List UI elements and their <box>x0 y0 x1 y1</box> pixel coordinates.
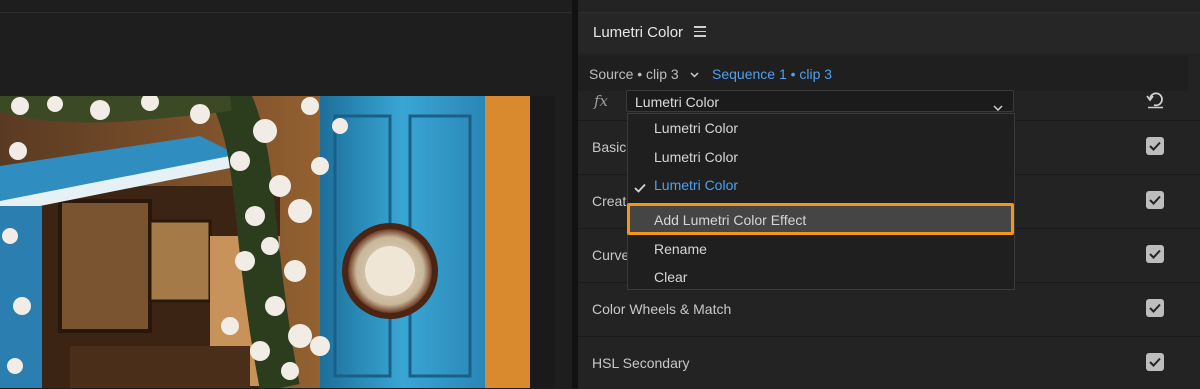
section-label: Curve <box>592 247 630 263</box>
section-enable-checkbox[interactable] <box>1146 299 1164 317</box>
section-enable-checkbox[interactable] <box>1146 137 1164 155</box>
rename-item[interactable]: Rename <box>628 235 1014 263</box>
clear-item[interactable]: Clear <box>628 263 1014 291</box>
section-label: Color Wheels & Match <box>592 301 732 317</box>
dropdown-item-label: Clear <box>654 269 688 285</box>
effect-select-value: Lumetri Color <box>635 94 720 110</box>
dropdown-item-label: Rename <box>654 241 707 257</box>
fx-icon[interactable]: fx <box>594 92 608 110</box>
section-hsl-secondary[interactable]: HSL Secondary <box>578 336 1200 389</box>
dropdown-item-label: Lumetri Color <box>654 177 739 193</box>
section-enable-checkbox[interactable] <box>1146 245 1164 263</box>
panel-header: Lumetri Color <box>578 13 1200 53</box>
dropdown-item-lumetri-color-2[interactable]: Lumetri Color <box>628 143 1014 171</box>
clip-selector-row: Source • clip 3 Sequence 1 • clip 3 <box>578 56 1188 91</box>
effect-select[interactable]: Lumetri Color <box>626 90 1014 112</box>
dropdown-item-label: Lumetri Color <box>654 149 739 165</box>
dropdown-item-label: Lumetri Color <box>654 120 739 136</box>
reset-icon[interactable] <box>1146 91 1165 114</box>
hamburger-menu-icon[interactable] <box>694 26 706 38</box>
dropdown-item-lumetri-color-3[interactable]: Lumetri Color <box>628 171 1014 199</box>
section-label: Basic <box>592 139 627 155</box>
sequence-clip-link[interactable]: Sequence 1 • clip 3 <box>712 66 832 82</box>
chevron-down-icon[interactable] <box>690 65 699 78</box>
checkmark-icon <box>634 180 646 198</box>
video-frame-image <box>0 96 555 388</box>
section-enable-checkbox[interactable] <box>1146 353 1164 371</box>
highlight-callout-box <box>627 203 1014 235</box>
program-monitor <box>0 0 572 388</box>
dropdown-item-lumetri-color-1[interactable]: Lumetri Color <box>628 114 1014 142</box>
section-enable-checkbox[interactable] <box>1146 191 1164 209</box>
section-label: Creat <box>592 193 627 209</box>
section-label: HSL Secondary <box>592 355 690 371</box>
effect-dropdown-menu: Lumetri Color Lumetri Color Lumetri Colo… <box>627 113 1015 290</box>
panel-title[interactable]: Lumetri Color <box>593 24 683 41</box>
monitor-divider <box>0 12 572 13</box>
source-clip-label[interactable]: Source • clip 3 <box>589 66 679 82</box>
